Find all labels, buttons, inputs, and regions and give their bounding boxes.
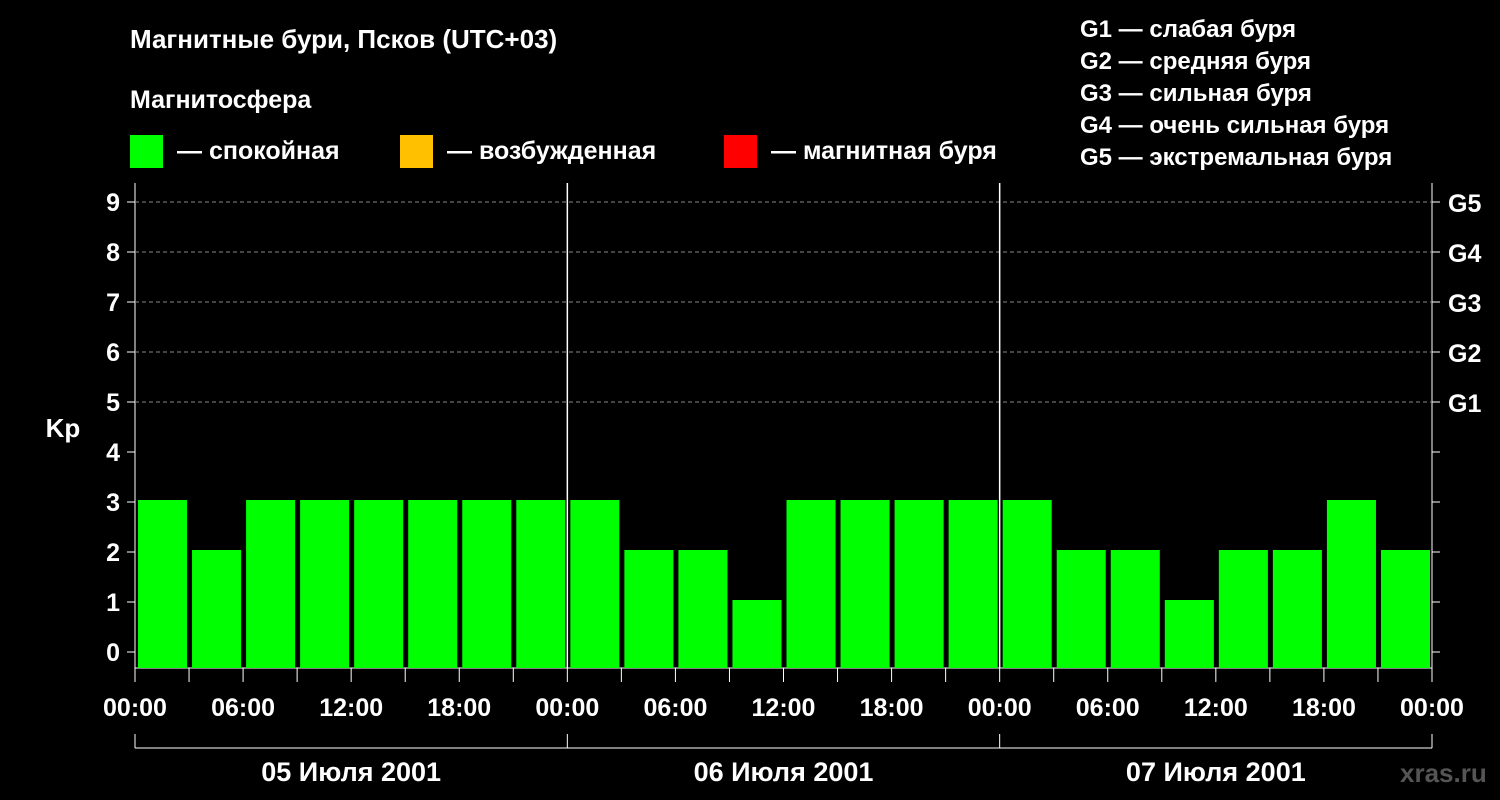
kp-bar	[300, 500, 350, 668]
x-tick-label: 00:00	[535, 694, 599, 722]
day-label: 06 Июля 2001	[694, 757, 874, 787]
kp-bar	[408, 500, 458, 668]
kp-bar	[1056, 550, 1106, 668]
g-level-label: G3	[1448, 290, 1481, 318]
x-tick-label: 00:00	[1400, 694, 1464, 722]
y-tick-label: 2	[106, 539, 120, 567]
g-level-label: G1	[1448, 390, 1481, 418]
x-tick-label: 06:00	[643, 694, 707, 722]
kp-bar	[840, 500, 890, 668]
x-tick-label: 06:00	[1076, 694, 1140, 722]
x-tick-label: 00:00	[968, 694, 1032, 722]
day-label: 05 Июля 2001	[261, 757, 441, 787]
kp-bar	[1218, 550, 1268, 668]
y-tick-label: 1	[106, 589, 120, 617]
x-tick-label: 18:00	[1292, 694, 1356, 722]
x-tick-label: 12:00	[1184, 694, 1248, 722]
y-tick-label: 4	[106, 439, 120, 467]
x-tick-label: 18:00	[427, 694, 491, 722]
kp-bar	[462, 500, 512, 668]
y-axis-label: Kp	[46, 413, 81, 443]
y-tick-label: 3	[106, 489, 120, 517]
kp-bar	[192, 550, 242, 668]
g-level-label: G4	[1448, 240, 1481, 268]
y-tick-label: 0	[106, 639, 120, 667]
y-tick-label: 9	[106, 189, 120, 217]
x-tick-label: 00:00	[103, 694, 167, 722]
x-tick-label: 18:00	[860, 694, 924, 722]
kp-bar	[1110, 550, 1160, 668]
y-tick-label: 7	[106, 289, 120, 317]
day-label: 07 Июля 2001	[1126, 757, 1306, 787]
g-level-label: G2	[1448, 340, 1481, 368]
kp-bar	[516, 500, 566, 668]
kp-bar-chart: 0 1 2 3 4 5 6 7 8 9 Kp G1 G2 G3 G4 G5 00:00 06:00 12:00 18:…	[46, 183, 1481, 787]
kp-bar	[570, 500, 620, 668]
kp-bar	[1326, 500, 1376, 668]
y-tick-label: 5	[106, 389, 120, 417]
kp-bar	[786, 500, 836, 668]
kp-bar	[948, 500, 998, 668]
x-tick-label: 06:00	[211, 694, 275, 722]
kp-bar	[1272, 550, 1322, 668]
kp-bar	[732, 600, 782, 668]
kp-bar	[894, 500, 944, 668]
x-tick-label: 12:00	[319, 694, 383, 722]
kp-bar	[1164, 600, 1214, 668]
kp-bar	[678, 550, 728, 668]
kp-bar	[624, 550, 674, 668]
kp-bar	[138, 500, 188, 668]
y-tick-label: 6	[106, 339, 120, 367]
kp-bar	[246, 500, 296, 668]
kp-bar	[354, 500, 404, 668]
x-tick-label: 12:00	[752, 694, 816, 722]
g-level-label: G5	[1448, 190, 1481, 218]
watermark: xras.ru	[1400, 758, 1487, 788]
y-tick-label: 8	[106, 239, 120, 267]
kp-bar	[1380, 550, 1430, 668]
kp-bar	[1002, 500, 1052, 668]
